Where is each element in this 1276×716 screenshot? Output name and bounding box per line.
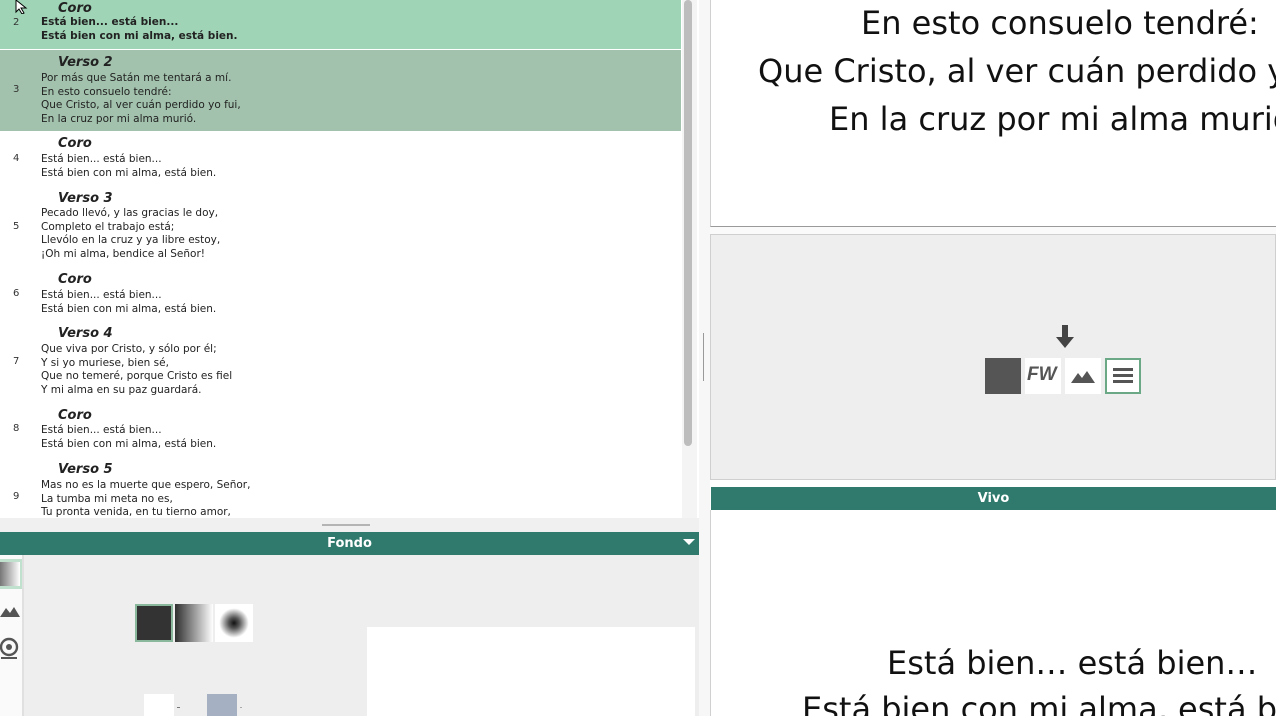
color-end-swatch[interactable] (207, 694, 237, 716)
lyric-line: Está bien... está bien... (41, 153, 162, 165)
lyric-line: Pecado llevó, y las gracias le doy, (41, 207, 219, 219)
slide-number: 8 (13, 423, 20, 434)
mouse-cursor-icon (15, 0, 28, 14)
slide-number: 3 (13, 84, 20, 95)
gradient-preview (0, 562, 20, 586)
lyric-line: Está bien... está bien... (41, 16, 179, 28)
slide-label: Coro (58, 272, 92, 287)
slide-number: 9 (13, 491, 20, 502)
slide-label: Verso 2 (58, 55, 113, 70)
swatch-marker (240, 707, 242, 708)
lyric-line: Está bien... está bien... (41, 289, 162, 301)
preview-screen: En esto consuelo tendré: Que Cristo, al … (710, 0, 1276, 227)
chevron-down-icon[interactable] (683, 539, 695, 545)
live-panel-header: Vivo (711, 487, 1276, 510)
lyric-line: Completo el trabajo está; (41, 220, 175, 233)
radial-gradient-swatch[interactable] (215, 604, 253, 642)
preview-line: En la cruz por mi alma murió. (829, 100, 1276, 138)
preview-line: Que Cristo, al ver cuán perdido yo fui, (758, 52, 1276, 90)
live-screen: Está bien… está bien… Está bien con mi a… (710, 510, 1276, 716)
vertical-splitter[interactable] (699, 0, 710, 716)
lyric-line: Está bien con mi alma, está bien. (41, 166, 217, 179)
lyric-line: En esto consuelo tendré: (41, 85, 172, 98)
fw-label: FW (1027, 364, 1057, 385)
lyric-line: Llevólo en la cruz y ya libre estoy, (41, 234, 221, 247)
slide-number: 2 (13, 17, 20, 28)
lyric-line: Por más que Satán me tentará a mí. (41, 72, 232, 84)
webcam-icon[interactable] (0, 633, 22, 663)
scrollbar-thumb[interactable] (684, 0, 692, 446)
linear-gradient-swatch[interactable] (175, 604, 213, 642)
lyric-line: Mas no es la muerte que espero, Señor, (41, 479, 251, 491)
layers-panel (710, 234, 1276, 480)
background-preview (367, 627, 695, 716)
list-item[interactable]: 5 Verso 3 Pecado llevó, y las gracias le… (0, 185, 681, 266)
slide-label: Verso 5 (58, 462, 113, 477)
splitter-grip[interactable] (703, 333, 704, 381)
preview-line: En esto consuelo tendré: (861, 4, 1259, 42)
lyric-line: Tu pronta venida, en tu tierno amor, (41, 506, 231, 518)
fw-icon[interactable]: FW (1025, 358, 1061, 394)
slide-label: Coro (58, 408, 92, 423)
menu-icon[interactable] (1105, 358, 1141, 394)
color-start-swatch[interactable] (144, 694, 174, 716)
live-line: Está bien… está bien… (887, 644, 1258, 682)
lyric-line: Que viva por Cristo, y sólo por él; (41, 343, 217, 355)
lyric-line: Está bien con mi alma, está bien. (41, 302, 217, 315)
image-icon[interactable] (0, 597, 22, 627)
gradient-icon[interactable] (0, 559, 22, 589)
menu-glyph (1113, 368, 1133, 383)
slide-label: Verso 3 (58, 191, 113, 206)
fondo-panel-header: Fondo (0, 532, 699, 555)
lyric-line: Y mi alma en su paz guardará. (41, 383, 202, 396)
lyric-line: Y si yo muriese, bien sé, (41, 356, 169, 369)
lyric-line: Que no temeré, porque Cristo es fiel (41, 370, 233, 383)
live-line: Está bien con mi alma, está bien. (802, 690, 1276, 716)
list-item[interactable]: 4 Coro Está bien... está bien... Está bi… (0, 131, 681, 185)
list-item[interactable]: 6 Coro Está bien... está bien... Está bi… (0, 266, 681, 320)
list-item[interactable]: 7 Verso 4 Que viva por Cristo, y sólo po… (0, 320, 681, 401)
webcam-glyph (0, 637, 19, 659)
slide-label: Coro (58, 1, 92, 16)
slide-label: Verso 4 (58, 326, 113, 341)
arrow-down-icon (1056, 325, 1074, 348)
solid-swatch[interactable] (135, 604, 173, 642)
lyric-line: En la cruz por mi alma murió. (41, 112, 197, 125)
list-item[interactable]: 8 Coro Está bien... está bien... Está bi… (0, 401, 681, 455)
slide-number: 5 (13, 221, 20, 232)
slide-number: 4 (13, 153, 20, 164)
fondo-sidebar (0, 555, 24, 716)
solid-color-icon[interactable] (985, 358, 1021, 394)
slide-number: 7 (13, 356, 20, 367)
list-item[interactable]: 2 Coro Está bien... está bien... Está bi… (0, 0, 681, 49)
mountain-icon[interactable] (1065, 358, 1101, 394)
lyric-line: Está bien... está bien... (41, 424, 162, 436)
song-list[interactable]: 2 Coro Está bien... está bien... Está bi… (0, 0, 697, 518)
divider (710, 227, 1276, 234)
list-item[interactable]: 3 Verso 2 Por más que Satán me tentará a… (0, 50, 681, 131)
mountain-glyph (1071, 371, 1095, 383)
lyric-line: La tumba mi meta no es, (41, 492, 173, 505)
lyric-line: Que Cristo, al ver cuán perdido yo fui, (41, 99, 241, 112)
list-item[interactable]: 9 Verso 5 Mas no es la muerte que espero… (0, 455, 681, 518)
lyric-line: Está bien con mi alma, está bien. (41, 29, 238, 42)
slide-label: Coro (58, 136, 92, 151)
lyric-line: ¡Oh mi alma, bendice al Señor! (41, 247, 205, 260)
slide-number: 6 (13, 288, 20, 299)
swatch-marker (177, 707, 180, 708)
lyric-line: Está bien con mi alma, está bien. (41, 437, 217, 450)
mountain-icon (0, 607, 20, 617)
splitter-grip[interactable] (322, 524, 370, 526)
